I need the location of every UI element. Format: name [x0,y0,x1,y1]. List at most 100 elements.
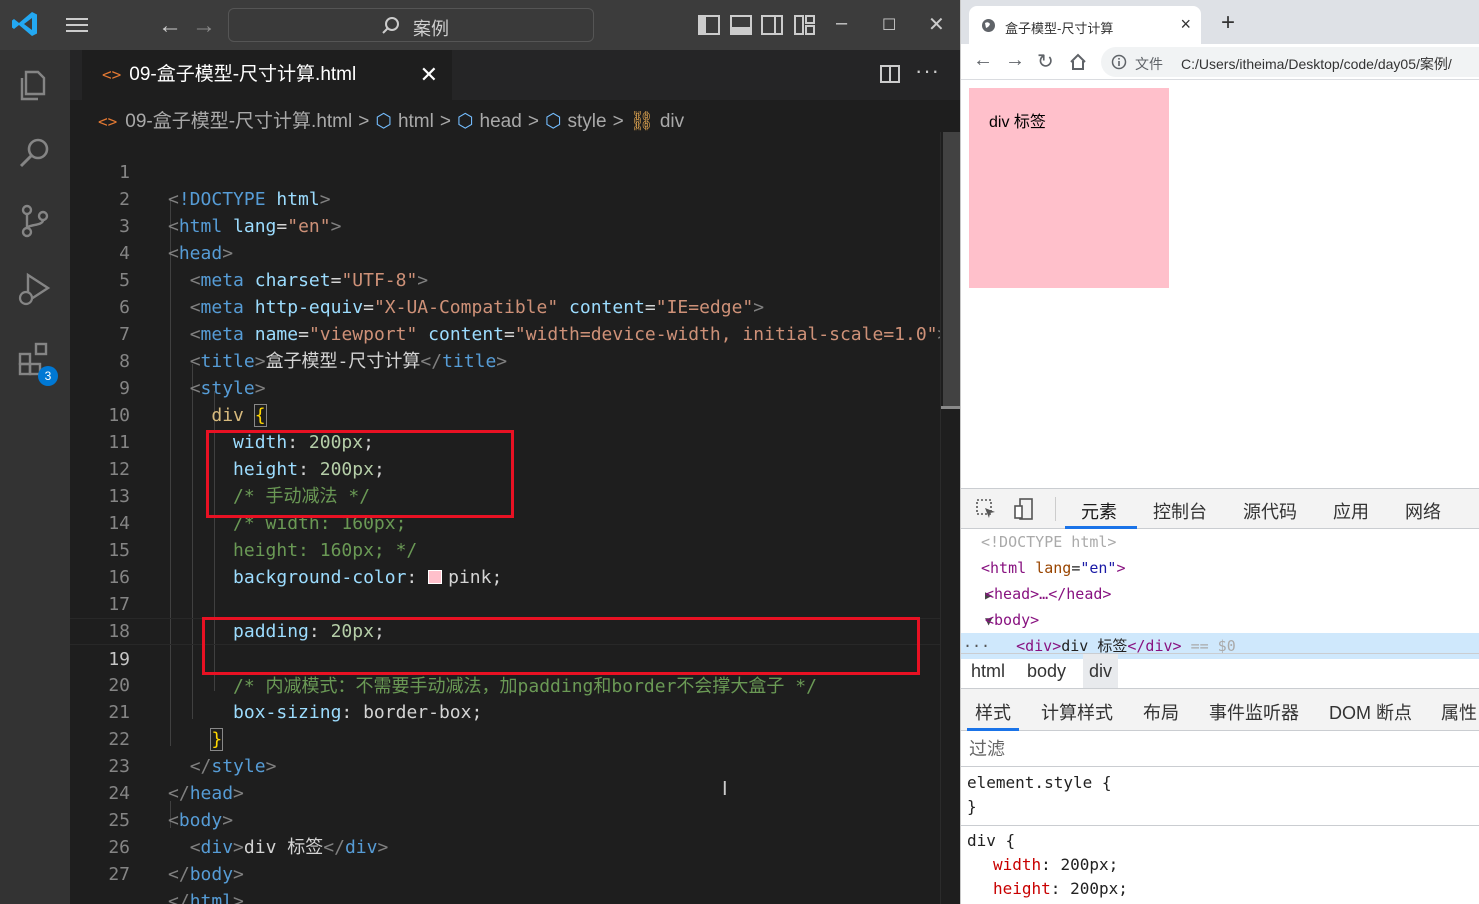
html-file-icon: <> [98,112,118,131]
forward-arrow-icon[interactable]: → [192,12,216,40]
dom-node[interactable]: <!DOCTYPE html> [961,529,1479,555]
maximize-button[interactable]: ☐ [882,15,896,35]
breadcrumb-div[interactable]: div [660,111,684,132]
search-icon[interactable] [16,134,54,172]
code-line[interactable]: 2 <html lang="en"> [70,159,940,237]
devtools-panel: 元素 控制台 源代码 应用 网络 <!DOCTYPE html> <html l… [961,488,1479,904]
subtab-computed[interactable]: 计算样式 [1041,699,1113,725]
address-bar[interactable]: 文件 C:/Users/itheima/Desktop/code/day05/案… [1101,47,1479,77]
code-line[interactable]: 5 <meta http-equiv="X-UA-Compatible" con… [70,240,940,318]
search-text: 案例 [413,19,449,39]
back-arrow-icon[interactable]: ← [973,49,993,72]
split-editor-icon[interactable] [880,64,900,84]
tab-network[interactable]: 网络 [1405,498,1441,524]
code-line[interactable]: 3 <head> [70,186,940,264]
breadcrumb-html[interactable]: html [398,111,434,132]
explorer-icon[interactable] [16,66,54,104]
customize-layout-icon[interactable] [794,14,816,36]
code-line[interactable]: 21 } [70,672,940,751]
close-window-button[interactable]: ✕ [928,12,945,37]
devtools-breadcrumb: html body div [961,653,1479,689]
dom-node[interactable]: ▶<head>…</head> [961,581,1479,607]
breadcrumb-style[interactable]: style [568,111,607,132]
dom-tree[interactable]: <!DOCTYPE html> <html lang="en"> ▶<head>… [961,529,1479,659]
code-line[interactable]: 17 padding: 20px; [70,564,940,642]
styles-pane[interactable]: element.style { } div { width: 200px; he… [961,767,1479,904]
subtab-dom-breakpoints[interactable]: DOM 断点 [1329,699,1412,725]
collapse-triangle-icon[interactable]: ▼ [961,608,992,634]
code-editor[interactable]: 1 <!DOCTYPE html> 2 <html lang="en"> 3 <… [70,132,940,904]
info-icon[interactable] [1111,54,1127,70]
css-prop: height [993,879,1051,898]
command-center-search[interactable]: 案例 [228,8,594,42]
browser-window: 盒子模型-尺寸计算 × + ← → ↻ 文件 C:/Users/itheima/… [960,0,1479,904]
dom-node[interactable]: ▼<body> [961,607,1479,633]
tab-application[interactable]: 应用 [1333,498,1369,524]
code-line[interactable]: 11 height: 200px; [70,402,940,480]
crumb-html[interactable]: html [971,661,1005,682]
style-declaration[interactable]: width: 200px; [993,853,1118,877]
page-text: div 标签 [989,114,1046,131]
subtab-event-listeners[interactable]: 事件监听器 [1209,699,1299,725]
toggle-primary-sidebar-icon[interactable] [698,14,720,36]
new-tab-button[interactable]: + [1221,9,1235,37]
code-line[interactable]: 4 <meta charset="UTF-8"> [70,213,940,291]
home-icon[interactable] [1069,53,1087,71]
breadcrumb-file[interactable]: 09-盒子模型-尺寸计算.html [125,111,352,132]
code-line[interactable]: 1 <!DOCTYPE html> [70,132,940,210]
source-control-icon[interactable] [16,202,54,240]
tab-console[interactable]: 控制台 [1153,498,1207,524]
tab-elements[interactable]: 元素 [1081,498,1117,524]
code-line[interactable]: 6 <meta name="viewport" content="width=d… [70,267,940,345]
code-line[interactable]: 7 <title>盒子模型-尺寸计算</title> [70,294,940,372]
code-line[interactable]: 8 <style> [70,321,940,399]
code-line[interactable]: 23 </head> [70,726,940,804]
vscode-logo-icon[interactable] [10,9,40,39]
style-rule-close: } [967,797,977,816]
code-line[interactable]: 25 <div>div 标签</div> [70,780,940,858]
back-arrow-icon[interactable]: ← [158,12,182,40]
address-url[interactable]: C:/Users/itheima/Desktop/code/day05/案例/ [1181,54,1452,74]
code-line[interactable]: 24 <body> [70,753,940,831]
code-line[interactable]: 22 </style> [70,699,940,777]
inspect-element-icon[interactable] [975,498,997,520]
styles-subtabs: 样式 计算样式 布局 事件监听器 DOM 断点 属性 [961,689,1479,731]
browser-tab-active[interactable]: 盒子模型-尺寸计算 × [969,6,1201,44]
scrollbar-thumb[interactable] [943,132,960,408]
minimize-button[interactable]: – [836,12,847,35]
editor-scrollbar[interactable] [940,132,960,904]
tab-title: 09-盒子模型-尺寸计算.html [129,64,357,85]
breadcrumb-head[interactable]: head [480,111,522,132]
expand-triangle-icon[interactable]: ▶ [961,582,992,608]
code-line[interactable]: 18 [70,591,940,642]
forward-arrow-icon[interactable]: → [1005,49,1025,72]
reload-icon[interactable]: ↻ [1037,49,1054,74]
more-actions-icon[interactable]: ··· [915,58,940,84]
subtab-styles[interactable]: 样式 [975,699,1011,725]
close-tab-icon[interactable]: ✕ [420,50,438,100]
toggle-panel-icon[interactable] [730,14,752,36]
code-line[interactable]: 10 width: 200px; [70,375,940,453]
subtab-layout[interactable]: 布局 [1143,699,1179,725]
line-number: 27 [108,864,130,885]
code-line[interactable]: 26 </body> [70,807,940,885]
dom-node[interactable]: <html lang="en"> [961,555,1479,581]
title-bar: ← → 案例 – ☐ ✕ [0,0,960,50]
style-declaration[interactable]: height: 200px; [993,877,1128,901]
editor-tab-active[interactable]: <> 09-盒子模型-尺寸计算.html ✕ [82,50,452,100]
subtab-properties[interactable]: 属性 [1441,699,1477,725]
pink-div-box: div 标签 [969,88,1169,288]
code-line[interactable]: 16 [70,537,940,588]
code-line[interactable]: 9 div { [70,348,940,427]
crumb-div[interactable]: div [1083,654,1119,688]
device-toolbar-icon[interactable] [1013,498,1035,520]
code-line[interactable]: 27 </html> [70,834,940,904]
vscode-window: ← → 案例 – ☐ ✕ 3 <> 09-盒子模型-尺寸计算.html ✕ ··… [0,0,960,904]
hamburger-menu-icon[interactable] [62,14,92,36]
toggle-secondary-sidebar-icon[interactable] [761,14,783,36]
close-tab-icon[interactable]: × [1180,14,1191,35]
crumb-body[interactable]: body [1027,661,1066,682]
filter-input[interactable] [969,735,1469,763]
tab-sources[interactable]: 源代码 [1243,498,1297,524]
run-and-debug-icon[interactable] [16,270,54,308]
